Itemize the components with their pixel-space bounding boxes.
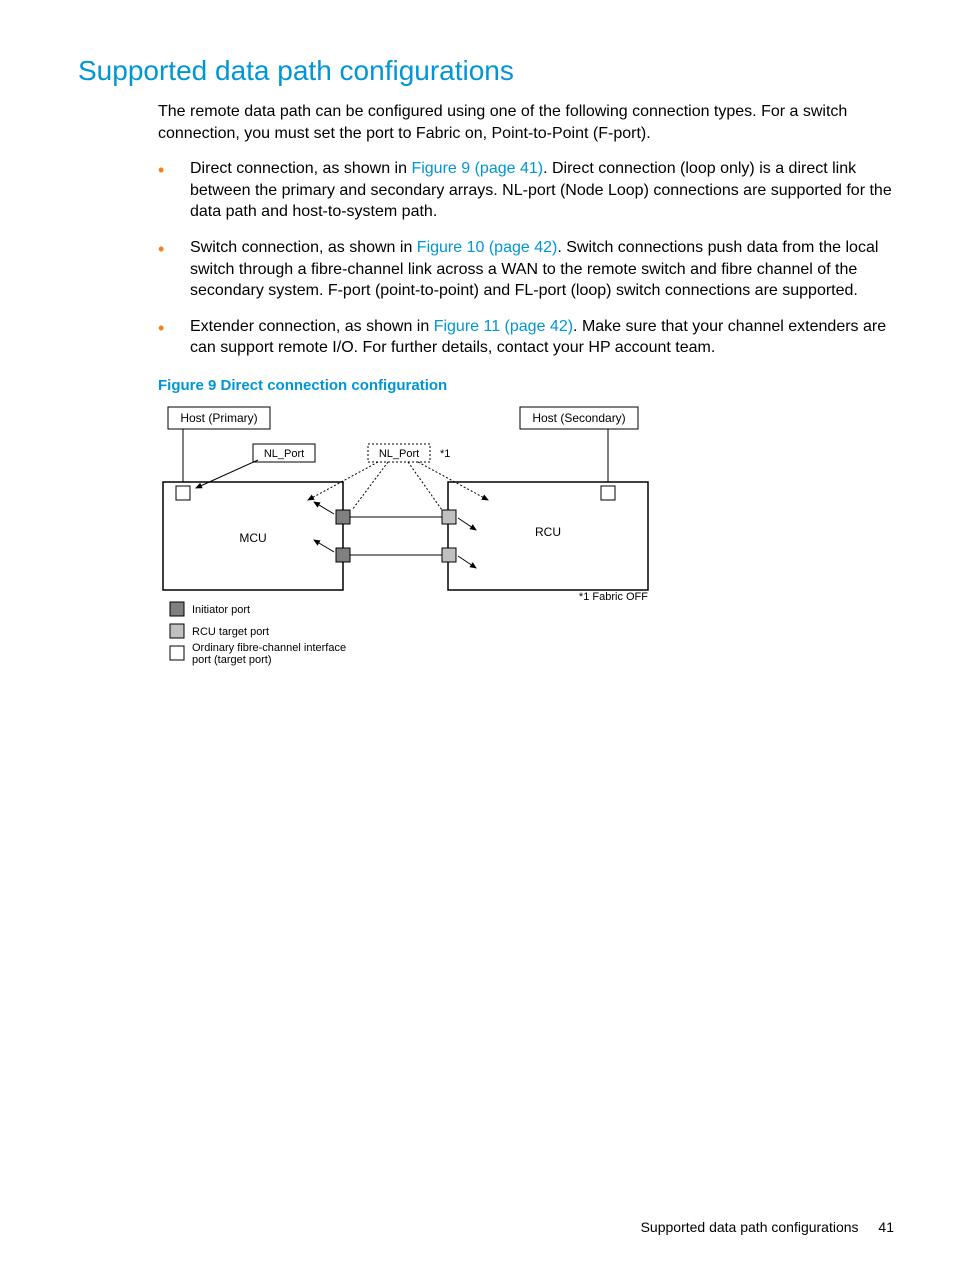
page-number: 41 — [878, 1219, 894, 1235]
figure-xref-link[interactable]: Figure 10 (page 42) — [417, 239, 558, 256]
bullet-text-pre: Direct connection, as shown in — [190, 160, 411, 177]
legend-ordinary-label: Ordinary fibre-channel interface port (t… — [192, 642, 346, 666]
nl-port-left-label: NL_Port — [264, 448, 304, 460]
figure-xref-link[interactable]: Figure 11 (page 42) — [434, 318, 573, 335]
footer-text: Supported data path configurations — [641, 1219, 859, 1235]
figure-caption: Figure 9 Direct connection configuration — [158, 377, 914, 394]
list-item: Direct connection, as shown in Figure 9 … — [158, 158, 914, 223]
page-footer: Supported data path configurations 41 — [641, 1219, 894, 1235]
star1-label: *1 — [440, 448, 450, 460]
host-primary-label: Host (Primary) — [180, 411, 257, 425]
bullet-text-pre: Extender connection, as shown in — [190, 318, 434, 335]
intro-paragraph: The remote data path can be configured u… — [158, 101, 914, 144]
list-item: Switch connection, as shown in Figure 10… — [158, 237, 914, 302]
mcu-label: MCU — [239, 531, 266, 545]
fabric-off-label: *1 Fabric OFF — [579, 591, 648, 603]
rcu-label: RCU — [535, 525, 561, 539]
figure-xref-link[interactable]: Figure 9 (page 41) — [411, 160, 543, 177]
legend-rcu-target-label: RCU target port — [192, 626, 269, 638]
direct-connection-diagram-svg: Host (Primary) Host (Secondary) NL_Port … — [158, 402, 678, 692]
nl-port-center-label: NL_Port — [379, 448, 419, 460]
figure-diagram: Host (Primary) Host (Secondary) NL_Port … — [158, 402, 914, 697]
legend-initiator-label: Initiator port — [192, 604, 250, 616]
page-heading: Supported data path configurations — [78, 55, 914, 87]
bullet-text-pre: Switch connection, as shown in — [190, 239, 417, 256]
bullet-list: Direct connection, as shown in Figure 9 … — [158, 158, 914, 359]
host-secondary-label: Host (Secondary) — [532, 411, 625, 425]
list-item: Extender connection, as shown in Figure … — [158, 316, 914, 359]
